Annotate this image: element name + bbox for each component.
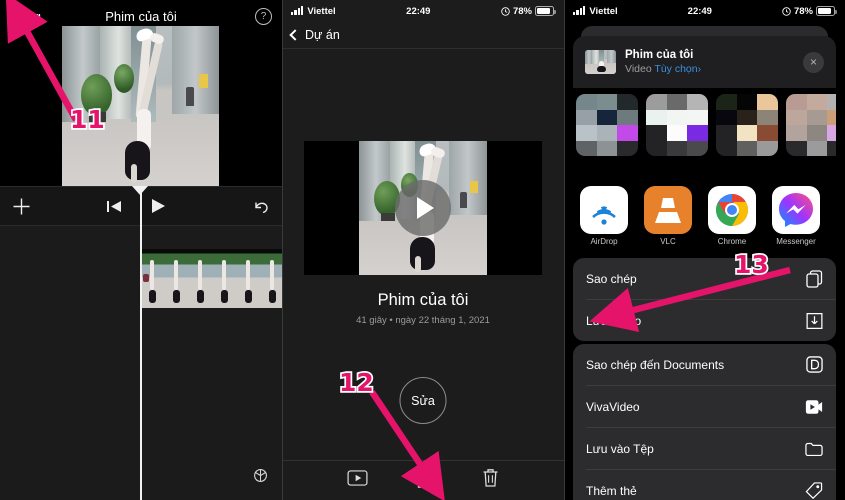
annotation-12: 12 (337, 366, 375, 398)
annotation-13: 13 (732, 248, 770, 280)
three-panel-screenshot: Xong Phim của tôi ? Viettel 22:49 78% Dự… (0, 0, 845, 500)
arrow-to-done-button (5, 0, 79, 122)
annotation-arrows (5, 0, 791, 500)
annotation-11: 11 (68, 103, 106, 135)
arrow-to-share-button (369, 390, 445, 500)
